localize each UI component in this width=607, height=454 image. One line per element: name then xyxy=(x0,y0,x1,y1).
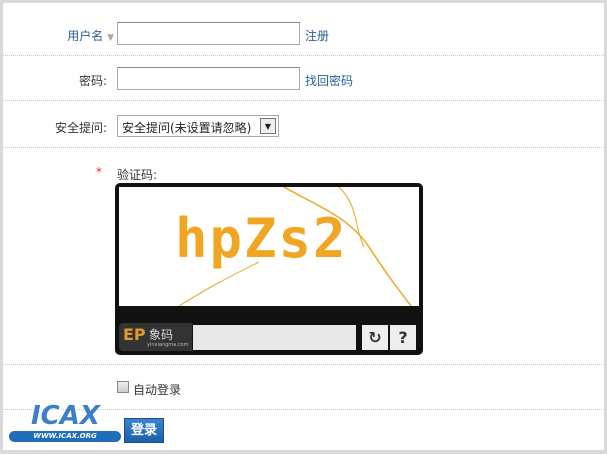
help-button[interactable]: ? xyxy=(390,325,416,350)
username-input[interactable] xyxy=(117,22,300,45)
username-row: 用户名 ▼ 注册 xyxy=(3,3,604,56)
captcha-brand-logo: EP 象码 yinxiangma.com xyxy=(119,323,192,351)
security-question-label: 安全提问: xyxy=(54,121,107,135)
captcha-text: hpZs2 xyxy=(175,207,348,270)
brand-name: 象码 xyxy=(149,328,174,342)
security-question-row: 安全提问: xyxy=(3,101,604,148)
dropdown-arrow-icon[interactable]: ▼ xyxy=(260,118,276,134)
chevron-down-icon: ▼ xyxy=(107,33,114,43)
refresh-icon[interactable]: ↻ xyxy=(362,325,388,350)
auto-login-checkbox[interactable] xyxy=(117,381,129,393)
security-question-select[interactable]: 安全提问(未设置请忽略) ▼ xyxy=(117,115,279,137)
brand-mark: EP xyxy=(123,325,146,344)
username-label-text: 用户名 xyxy=(67,29,104,43)
password-row: 密码: 找回密码 xyxy=(3,56,604,101)
password-input[interactable] xyxy=(117,67,300,90)
register-link[interactable]: 注册 xyxy=(305,27,329,44)
login-button[interactable]: 登录 xyxy=(124,418,164,443)
watermark-url: WWW.ICAX.ORG xyxy=(9,431,121,442)
captcha-image[interactable]: hpZs2 xyxy=(119,187,419,306)
required-mark: * xyxy=(96,165,102,179)
captcha-input[interactable] xyxy=(193,325,356,350)
watermark-text: ICAX xyxy=(31,401,100,431)
brand-url: yinxiangma.com xyxy=(147,342,189,348)
icax-watermark-logo: ICAX WWW.ICAX.ORG xyxy=(9,401,127,447)
captcha-label: 验证码: xyxy=(117,168,158,182)
forgot-password-link[interactable]: 找回密码 xyxy=(305,72,353,89)
security-question-value: 安全提问(未设置请忽略) xyxy=(122,121,252,135)
username-label[interactable]: 用户名 ▼ xyxy=(67,27,114,44)
login-form: 用户名 ▼ 注册 密码: 找回密码 安全提问: 安全提问(未设置请忽略) ▼ * … xyxy=(3,3,604,450)
captcha-widget: hpZs2 EP 象码 yinxiangma.com ↻ ? xyxy=(115,183,423,355)
auto-login-label: 自动登录 xyxy=(133,383,182,397)
password-label: 密码: xyxy=(78,74,107,88)
